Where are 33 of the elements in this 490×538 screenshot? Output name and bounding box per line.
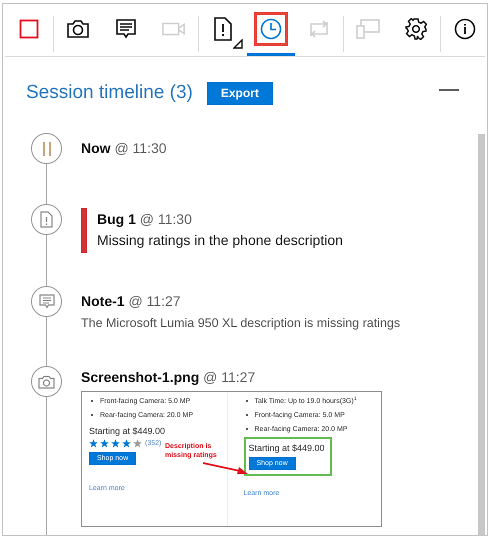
timeline-title: Session timeline (3) xyxy=(26,82,193,104)
pause-icon xyxy=(42,142,52,156)
note-icon xyxy=(115,18,137,40)
devices-icon xyxy=(356,18,380,38)
screenshot-thumbnail[interactable] xyxy=(81,391,382,527)
note-text: The Microsoft Lumia 950 XL description is missing ratings xyxy=(81,315,402,332)
clock-icon xyxy=(260,18,282,40)
info-icon xyxy=(454,18,476,40)
entry-title: Note-1 @ 11:27 xyxy=(81,292,182,311)
export-button[interactable]: Export xyxy=(206,82,273,104)
entry-title: Now @ 11:30 xyxy=(81,139,168,158)
star-icon xyxy=(122,439,131,448)
price-text: Starting at $449.00 xyxy=(248,443,326,453)
settings-icon xyxy=(405,18,427,40)
star-icon xyxy=(133,439,142,448)
scrollbar[interactable] xyxy=(478,134,485,535)
arrow xyxy=(202,462,248,474)
star-icon xyxy=(89,439,98,448)
stop-icon xyxy=(19,18,39,38)
document-alert-icon xyxy=(40,211,53,228)
dropdown-corner-icon xyxy=(233,39,243,49)
note-icon xyxy=(38,294,54,310)
entry-title: Screenshot-1.png @ 11:27 xyxy=(81,368,256,387)
bug-description: Missing ratings in the phone description xyxy=(97,231,344,250)
camera-icon xyxy=(38,374,55,388)
star-icon xyxy=(111,439,120,448)
video-camera-icon xyxy=(162,20,186,36)
price-text: Starting at $449.00 xyxy=(89,426,166,436)
star-icon xyxy=(100,439,109,448)
document-alert-icon xyxy=(214,16,232,40)
entry-title: Bug 1 @ 11:30 xyxy=(97,210,193,229)
camera-icon xyxy=(66,18,90,38)
repeat-icon xyxy=(307,18,331,38)
